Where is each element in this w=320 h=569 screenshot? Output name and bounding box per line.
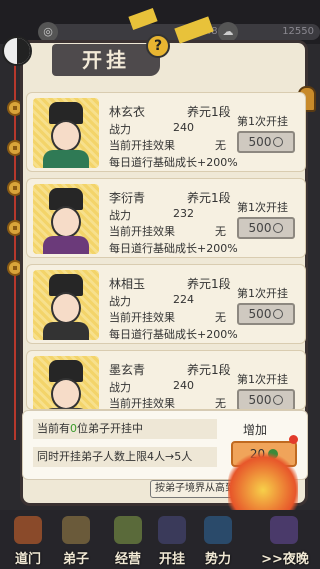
- effect-value: 无: [215, 225, 226, 238]
- flame-decoration: [228, 448, 298, 518]
- banner-icon: [204, 516, 232, 544]
- effect-label: 当前开挂效果: [109, 225, 175, 238]
- disciple-portrait: [33, 356, 99, 409]
- disciple-icon: [62, 516, 90, 544]
- moon-icon: [270, 516, 298, 544]
- nav-label: >>夜晚: [261, 552, 309, 567]
- growth-text: 每日道行基础成长+200%: [109, 156, 238, 169]
- coin-icon: [273, 137, 284, 147]
- power-value: 232: [173, 207, 194, 220]
- disciple-card: 墨玄青 养元1段 战力 240 当前开挂效果 无 第1次开挂 500: [26, 350, 306, 410]
- increase-label: 增加: [243, 423, 268, 437]
- disciple-name: 墨玄青: [109, 363, 146, 377]
- active-count-text: 当前有0位弟子开挂中: [33, 419, 217, 439]
- price-value: 500: [248, 221, 272, 235]
- disciple-card: 林相玉 养元1段 战力 224 当前开挂效果 无 每日道行基础成长+200% 第…: [26, 264, 306, 344]
- disciple-name: 林相玉: [109, 277, 146, 291]
- nav-label: 弟子: [62, 552, 89, 567]
- disciple-name: 林玄衣: [109, 105, 146, 119]
- active-count-number: 0: [70, 422, 77, 435]
- book-icon: [158, 516, 186, 544]
- nav-label: 势力: [204, 552, 231, 567]
- resource-counter-b: ☁ 12550: [218, 22, 320, 42]
- disciple-rank: 养元1段: [187, 363, 231, 377]
- disciple-rank: 养元1段: [187, 191, 231, 205]
- page-title: 开挂: [52, 44, 160, 76]
- coin-icon: [273, 395, 284, 405]
- cheat-price-button[interactable]: 500: [237, 303, 295, 325]
- growth-text: 每日道行基础成长+200%: [109, 242, 238, 255]
- growth-text: 每日道行基础成长+200%: [109, 328, 238, 341]
- power-label: 战力: [109, 123, 131, 136]
- temple-icon: [14, 516, 42, 544]
- cheat-price-button[interactable]: 500: [237, 389, 295, 409]
- first-cheat-label: 第1次开挂: [237, 373, 288, 386]
- nav-night[interactable]: >>夜晚: [250, 512, 320, 568]
- cloud-icon: ☁: [218, 22, 238, 42]
- yin-yang-icon: [2, 36, 32, 66]
- coin-icon: [273, 309, 284, 319]
- nav-disciples[interactable]: 弟子: [48, 512, 104, 568]
- power-value: 240: [173, 379, 194, 392]
- cheat-price-button[interactable]: 500: [237, 131, 295, 153]
- nav-forces[interactable]: 势力: [190, 512, 246, 568]
- cheat-price-button[interactable]: 500: [237, 217, 295, 239]
- notification-dot: [289, 435, 298, 444]
- effect-value: 无: [215, 311, 226, 324]
- effect-label: 当前开挂效果: [109, 397, 175, 410]
- first-cheat-label: 第1次开挂: [237, 201, 288, 214]
- disciple-card: 李衍青 养元1段 战力 232 当前开挂效果 无 每日道行基础成长+200% 第…: [26, 178, 306, 258]
- price-value: 500: [248, 393, 272, 407]
- effect-value: 无: [215, 397, 226, 410]
- power-label: 战力: [109, 209, 131, 222]
- help-button[interactable]: ?: [146, 34, 170, 58]
- disciple-card: 林玄衣 养元1段 战力 240 当前开挂效果 无 每日道行基础成长+200% 第…: [26, 92, 306, 172]
- effect-label: 当前开挂效果: [109, 311, 175, 324]
- power-label: 战力: [109, 381, 131, 394]
- slot-limit-text: 同时开挂弟子人数上限4人→5人: [33, 447, 217, 467]
- disciple-rank: 养元1段: [187, 277, 231, 291]
- power-value: 240: [173, 121, 194, 134]
- disciple-portrait: [33, 184, 99, 254]
- coin-icon: [273, 223, 284, 233]
- disciple-rank: 养元1段: [187, 105, 231, 119]
- first-cheat-label: 第1次开挂: [237, 115, 288, 128]
- disciple-name: 李衍青: [109, 191, 146, 205]
- disciple-portrait: [33, 98, 99, 168]
- effect-label: 当前开挂效果: [109, 139, 175, 152]
- active-count-suffix: 位弟子开挂中: [77, 422, 143, 435]
- resource-value-b: 12550: [282, 26, 314, 37]
- shop-icon: [114, 516, 142, 544]
- effect-value: 无: [215, 139, 226, 152]
- bottom-nav: 道门 弟子 经营 开挂 势力 >>夜晚: [0, 510, 320, 569]
- power-label: 战力: [109, 295, 131, 308]
- price-value: 500: [248, 135, 272, 149]
- disciple-portrait: [33, 270, 99, 340]
- active-count-prefix: 当前有: [37, 422, 70, 435]
- price-value: 500: [248, 307, 272, 321]
- power-value: 224: [173, 293, 194, 306]
- coin-icon: ◎: [38, 22, 58, 42]
- first-cheat-label: 第1次开挂: [237, 287, 288, 300]
